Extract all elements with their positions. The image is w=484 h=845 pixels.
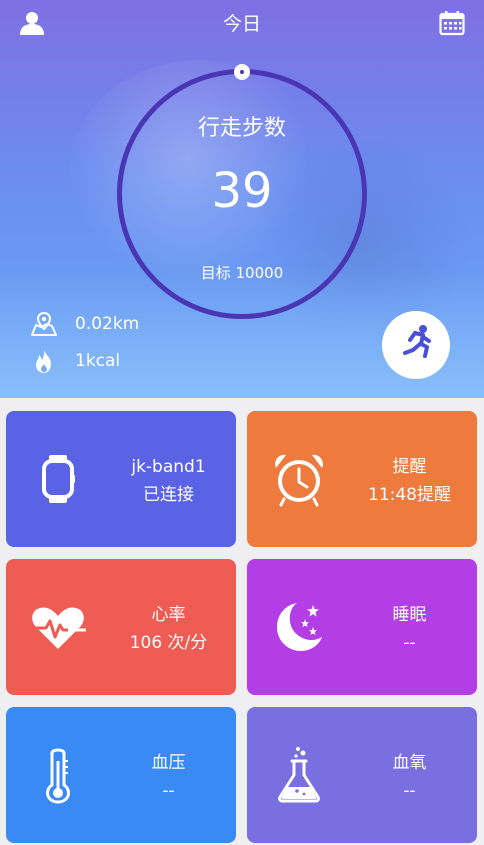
heart-rate-title: 心率: [151, 605, 186, 625]
blood-oxygen-value: --: [403, 781, 416, 801]
heart-rate-icon: [28, 597, 88, 657]
reminder-card[interactable]: 提醒 11:48提醒: [247, 411, 477, 547]
heart-rate-value: 106 次/分: [129, 633, 208, 653]
sleep-value: --: [403, 633, 416, 653]
reminder-title: 提醒: [392, 457, 427, 477]
steps-goal: 目标 10000: [200, 264, 284, 282]
device-name: jk-band1: [131, 457, 206, 477]
watch-icon: [28, 449, 88, 509]
page-title: 今日: [222, 13, 261, 35]
flame-icon: [30, 348, 58, 374]
distance-stat: 0.02km: [30, 311, 139, 337]
device-card[interactable]: jk-band1 已连接: [6, 411, 236, 547]
device-status: 已连接: [143, 485, 194, 505]
sleep-title: 睡眠: [392, 605, 427, 625]
steps-label: 行走步数: [197, 116, 286, 141]
reminder-time: 11:48提醒: [368, 485, 451, 505]
thermometer-icon: [28, 745, 88, 805]
steps-value: 39: [211, 163, 273, 219]
calories-value: 1kcal: [75, 351, 121, 371]
alarm-clock-icon: [269, 449, 329, 509]
moon-stars-icon: [269, 597, 329, 657]
blood-pressure-title: 血压: [151, 753, 186, 773]
calendar-icon[interactable]: [439, 10, 465, 36]
calories-stat: 1kcal: [30, 348, 120, 374]
blood-oxygen-card[interactable]: 血氧 --: [247, 707, 477, 843]
sleep-card[interactable]: 睡眠 --: [247, 559, 477, 695]
map-pin-icon: [30, 311, 58, 337]
blood-pressure-card[interactable]: 血压 --: [6, 707, 236, 843]
heart-rate-card[interactable]: 心率 106 次/分: [6, 559, 236, 695]
blood-pressure-value: --: [162, 781, 175, 801]
flask-icon: [269, 745, 329, 805]
running-icon: [396, 323, 436, 367]
blood-oxygen-title: 血氧: [392, 753, 427, 773]
progress-indicator-dot: [234, 64, 250, 80]
start-run-button[interactable]: [382, 311, 450, 379]
hero-banner: 今日 行走步数 39 目标 10000 0.02km 1kcal: [0, 0, 484, 398]
distance-value: 0.02km: [75, 314, 140, 334]
